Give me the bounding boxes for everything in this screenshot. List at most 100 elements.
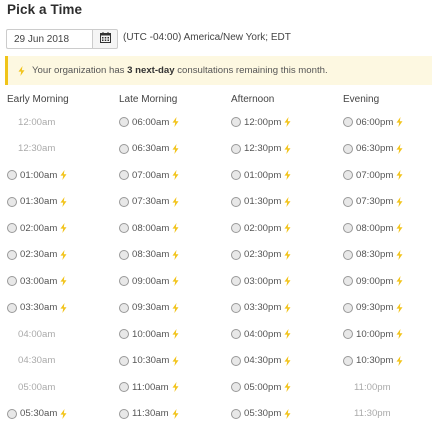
- time-slot[interactable]: 01:30am: [7, 195, 67, 209]
- time-slot[interactable]: 03:00am: [7, 274, 67, 288]
- time-slot[interactable]: 04:30pm: [231, 354, 291, 368]
- time-slot[interactable]: 08:00am: [119, 221, 179, 235]
- time-slot-radio[interactable]: [231, 382, 241, 392]
- time-slot[interactable]: 08:30pm: [343, 248, 403, 262]
- timezone-label: (UTC -04:00) America/New York; EDT: [123, 32, 291, 43]
- lightning-icon: [284, 302, 291, 313]
- time-slot-radio[interactable]: [119, 196, 129, 207]
- lightning-icon: [284, 170, 291, 180]
- time-slot-label: 03:00pm: [244, 275, 282, 287]
- time-slot-radio[interactable]: [231, 276, 241, 286]
- time-slot-radio[interactable]: [343, 170, 353, 180]
- time-slot[interactable]: 03:30am: [7, 301, 67, 315]
- time-slot-radio[interactable]: [231, 302, 241, 313]
- time-slot[interactable]: 02:00am: [7, 221, 67, 235]
- time-slot-radio[interactable]: [119, 276, 129, 286]
- time-slot[interactable]: 01:00am: [7, 168, 67, 182]
- lightning-icon: [284, 408, 291, 419]
- time-slot[interactable]: 11:00am: [119, 380, 179, 394]
- time-slot-radio[interactable]: [231, 117, 241, 127]
- time-slot-radio[interactable]: [343, 117, 353, 127]
- time-slot[interactable]: 06:30am: [119, 142, 179, 156]
- time-slot-radio[interactable]: [119, 117, 129, 127]
- calendar-button[interactable]: [92, 29, 118, 49]
- time-slot[interactable]: 03:30pm: [231, 301, 291, 315]
- time-slot-label: 03:30am: [20, 302, 58, 313]
- time-slot[interactable]: 04:00pm: [231, 327, 291, 341]
- time-slot-radio[interactable]: [119, 408, 129, 419]
- time-slot-radio[interactable]: [119, 302, 129, 313]
- time-slot-radio[interactable]: [7, 276, 17, 286]
- time-slot-radio[interactable]: [119, 249, 129, 260]
- time-slot[interactable]: 01:30pm: [231, 195, 291, 209]
- time-slot-radio[interactable]: [7, 170, 17, 180]
- time-slot-radio[interactable]: [343, 143, 353, 154]
- time-slot-radio[interactable]: [343, 302, 353, 313]
- time-slot-radio[interactable]: [343, 355, 353, 366]
- time-slot[interactable]: 08:00pm: [343, 221, 403, 235]
- lightning-icon: [172, 249, 179, 260]
- time-slot[interactable]: 07:30pm: [343, 195, 403, 209]
- lightning-icon: [172, 117, 179, 127]
- time-slot-label: 11:30pm: [354, 408, 391, 419]
- time-slot[interactable]: 05:30pm: [231, 407, 291, 421]
- time-slot[interactable]: 10:30pm: [343, 354, 403, 368]
- time-slot[interactable]: 12:00pm: [231, 115, 291, 129]
- time-slot-radio[interactable]: [119, 223, 129, 233]
- time-slot[interactable]: 01:00pm: [231, 168, 291, 182]
- time-slot[interactable]: 11:30am: [119, 407, 179, 421]
- time-slot-radio[interactable]: [231, 170, 241, 180]
- time-slot-radio[interactable]: [343, 223, 353, 233]
- lightning-icon: [396, 329, 403, 339]
- time-slot[interactable]: 09:00am: [119, 274, 179, 288]
- time-slot-radio[interactable]: [343, 276, 353, 286]
- time-slot[interactable]: 02:30pm: [231, 248, 291, 262]
- time-slot-radio[interactable]: [231, 223, 241, 233]
- time-slot[interactable]: 02:30am: [7, 248, 67, 262]
- time-slot-radio[interactable]: [7, 408, 17, 419]
- time-slot[interactable]: 07:30am: [119, 195, 179, 209]
- time-slot-radio[interactable]: [231, 355, 241, 366]
- time-slot-radio[interactable]: [119, 355, 129, 366]
- time-slot[interactable]: 08:30am: [119, 248, 179, 262]
- time-slot-radio[interactable]: [231, 196, 241, 207]
- time-slot[interactable]: 10:30am: [119, 354, 179, 368]
- time-slot-label: 11:00pm: [354, 381, 391, 393]
- time-slot-radio[interactable]: [343, 249, 353, 260]
- time-slot[interactable]: 02:00pm: [231, 221, 291, 235]
- time-slot-radio[interactable]: [343, 329, 353, 339]
- time-slot-radio[interactable]: [231, 408, 241, 419]
- time-slot-radio[interactable]: [7, 302, 17, 313]
- time-slot[interactable]: 03:00pm: [231, 274, 291, 288]
- time-slot-radio[interactable]: [119, 143, 129, 154]
- time-slot-radio[interactable]: [231, 249, 241, 260]
- time-slot[interactable]: 10:00am: [119, 327, 179, 341]
- time-slot[interactable]: 06:00am: [119, 115, 179, 129]
- time-slot-radio[interactable]: [7, 223, 17, 233]
- time-slot[interactable]: 10:00pm: [343, 327, 403, 341]
- time-slot-radio[interactable]: [7, 249, 17, 260]
- time-slot[interactable]: 09:30am: [119, 301, 179, 315]
- time-slot[interactable]: 06:30pm: [343, 142, 403, 156]
- date-input[interactable]: [6, 29, 92, 49]
- time-slot-radio[interactable]: [343, 196, 353, 207]
- time-slot-radio[interactable]: [231, 143, 241, 154]
- time-slot-radio[interactable]: [231, 329, 241, 339]
- time-slot[interactable]: 09:30pm: [343, 301, 403, 315]
- time-slot[interactable]: 05:00pm: [231, 380, 291, 394]
- time-slot[interactable]: 06:00pm: [343, 115, 403, 129]
- time-slot-radio[interactable]: [119, 170, 129, 180]
- time-slot[interactable]: 12:30pm: [231, 142, 291, 156]
- time-slot[interactable]: 07:00pm: [343, 168, 403, 182]
- time-slot-label: 07:30am: [132, 196, 170, 207]
- time-slot[interactable]: 05:30am: [7, 407, 67, 421]
- time-slot-radio[interactable]: [119, 329, 129, 339]
- lightning-icon: [60, 170, 67, 180]
- time-slot-radio[interactable]: [119, 382, 129, 392]
- time-slot[interactable]: 09:00pm: [343, 274, 403, 288]
- column-heading: Evening: [343, 94, 380, 105]
- time-slot-label: 09:30pm: [356, 302, 394, 313]
- time-slot[interactable]: 07:00am: [119, 168, 179, 182]
- lightning-icon: [396, 249, 403, 260]
- time-slot-radio[interactable]: [7, 196, 17, 207]
